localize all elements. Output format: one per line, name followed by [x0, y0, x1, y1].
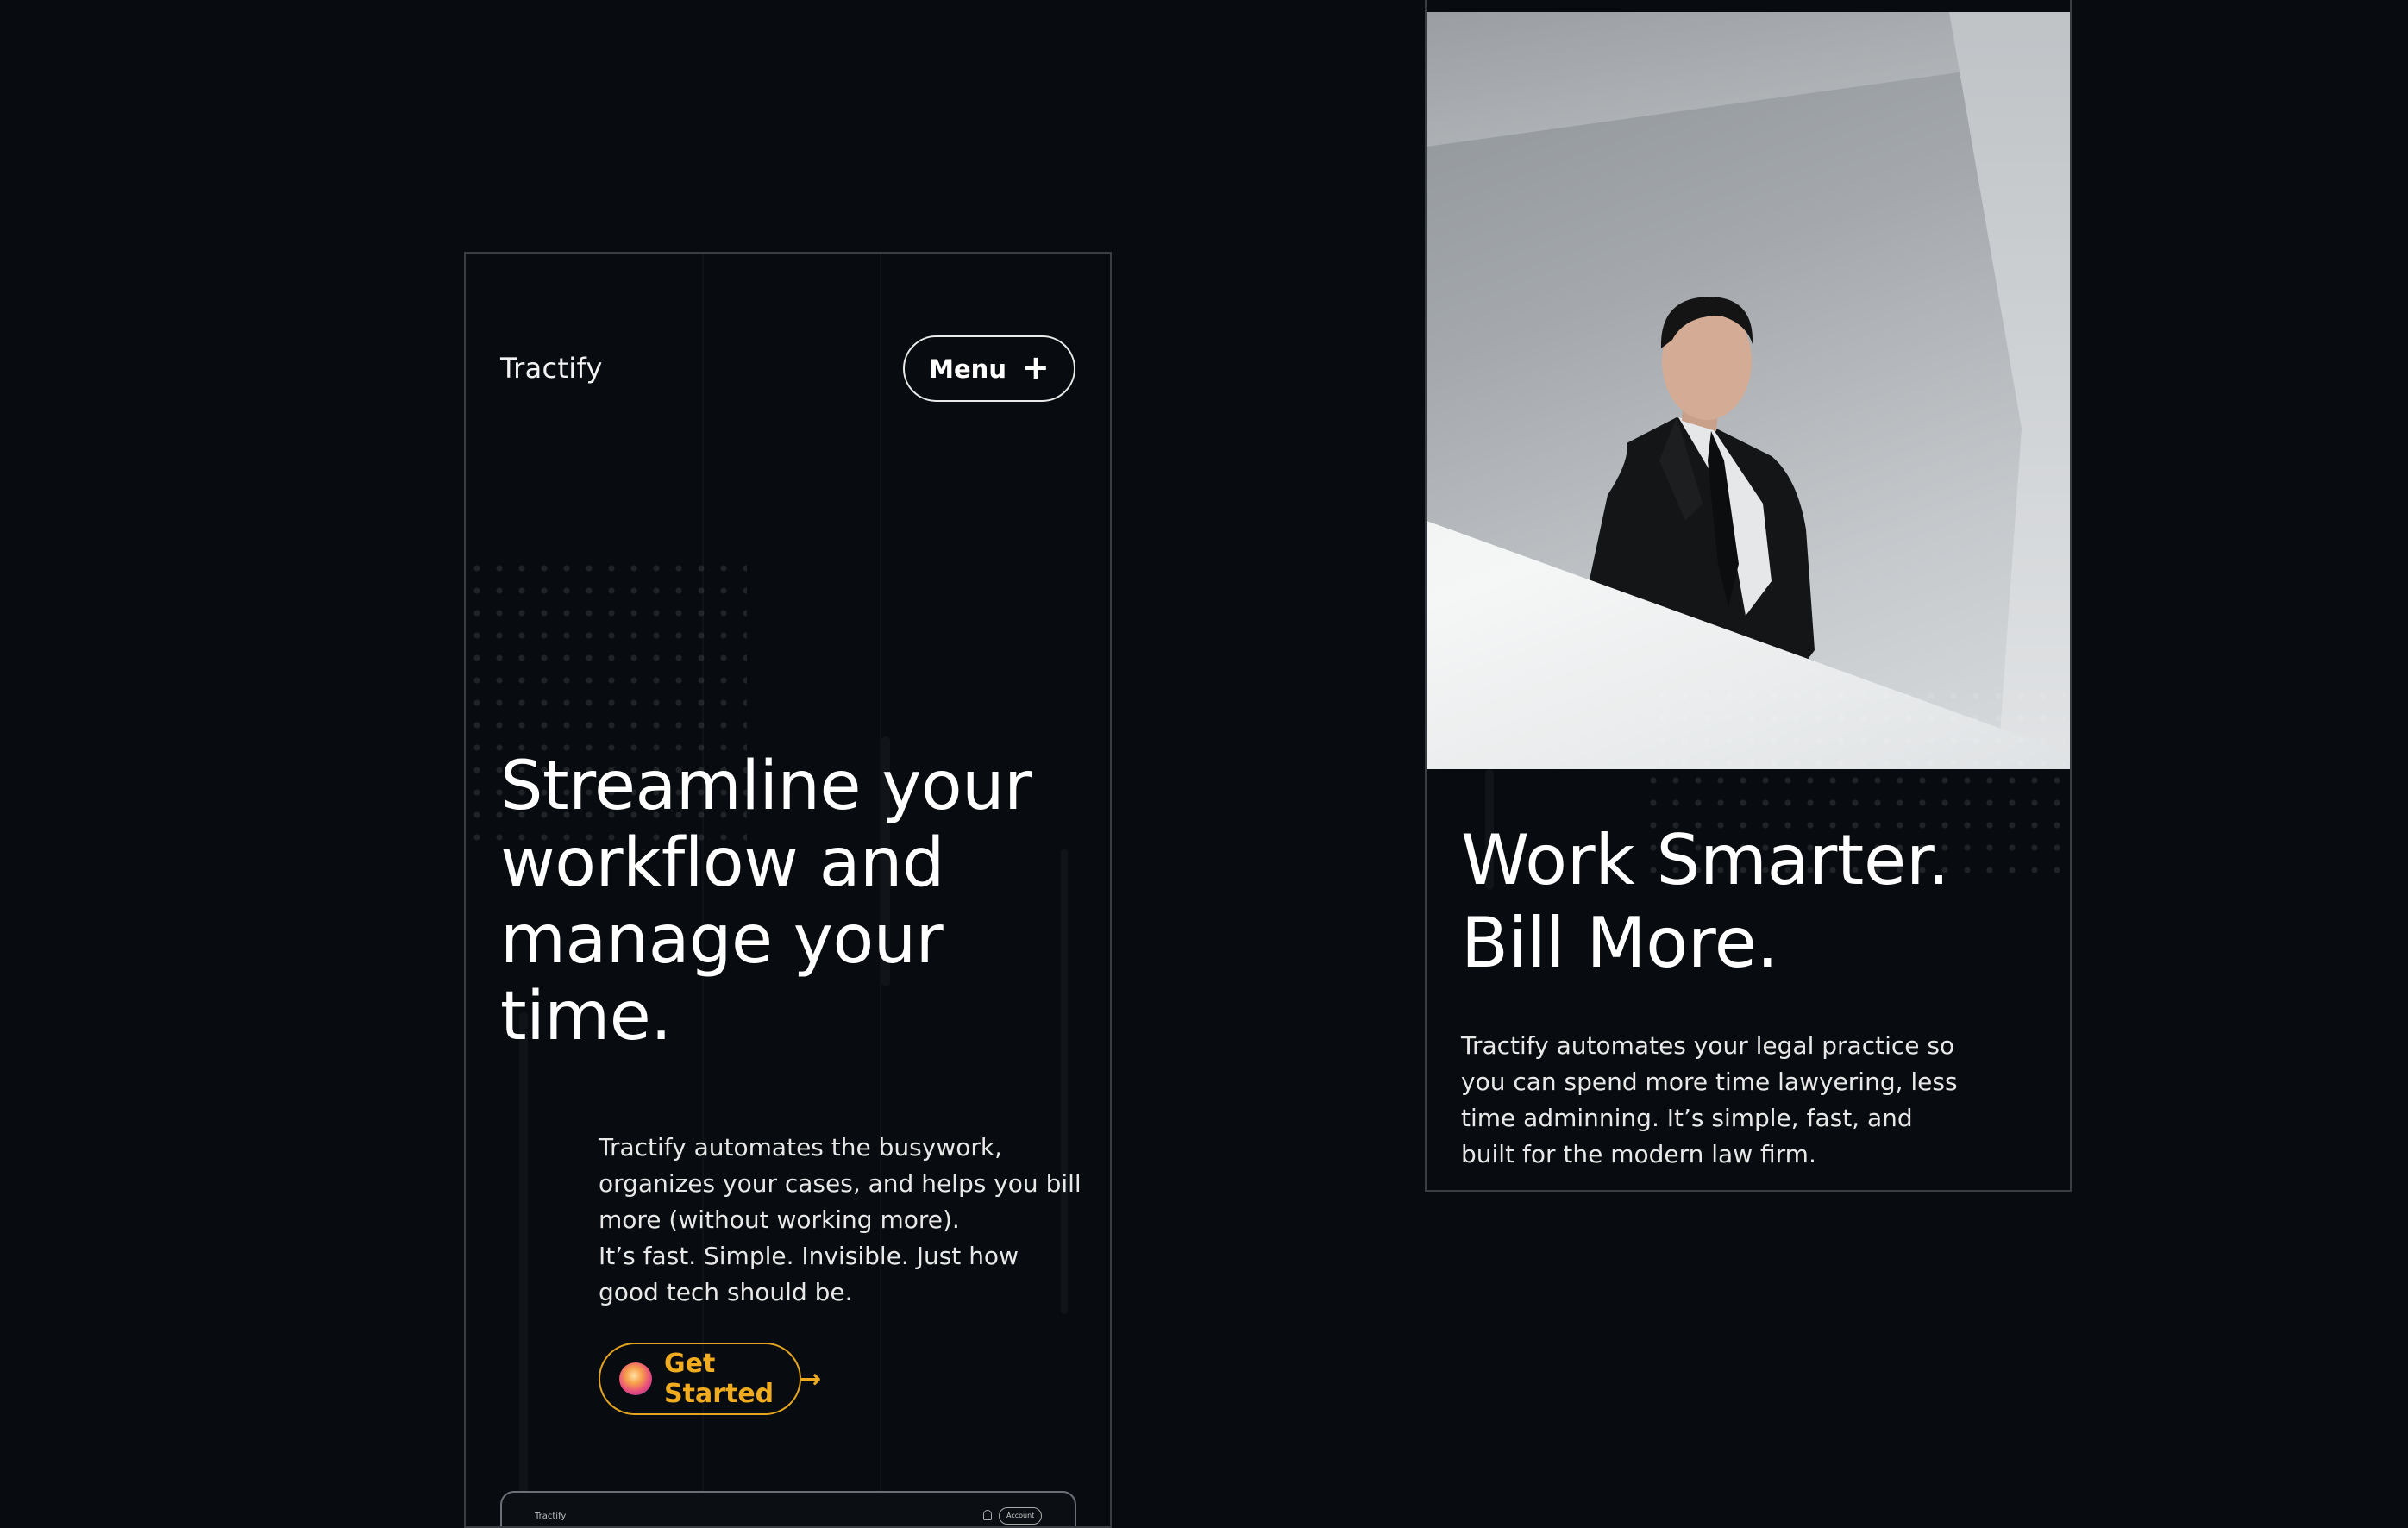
hero-description-line: Tractify automates the busywork, organiz… [599, 1133, 1082, 1234]
decorative-line [519, 1012, 528, 1495]
preview-account-button: Account [999, 1507, 1043, 1525]
brand-logo[interactable]: Tractify [500, 352, 603, 385]
menu-label: Menu [929, 354, 1006, 384]
hero-description: Tractify automates the busywork, organiz… [599, 1130, 1082, 1311]
plus-icon: + [1021, 348, 1050, 386]
feature-title: Work Smarter. Bill More. [1461, 819, 2047, 985]
feature-title-line: Bill More. [1461, 903, 1778, 983]
feature-description: Tractify automates your legal practice s… [1461, 1031, 1958, 1168]
mobile-screen-home: Tractify Menu + Streamline your workflow… [464, 252, 1112, 1528]
feature-title-line: Work Smarter. [1461, 820, 1950, 900]
get-started-button[interactable]: Get Started → [599, 1343, 821, 1415]
hero-description-line: It’s fast. Simple. Invisible. Just how g… [599, 1242, 1019, 1306]
gradient-orb-icon [619, 1362, 652, 1395]
preview-brand: Tractify [535, 1512, 567, 1521]
star-pattern [1651, 685, 2065, 769]
hero-photo [1427, 12, 2070, 769]
menu-button[interactable]: Menu + [903, 335, 1075, 402]
bell-icon [983, 1510, 992, 1520]
mobile-screen-feature: Work Smarter. Bill More. Tractify automa… [1425, 0, 2072, 1192]
arrow-right-icon: → [800, 1363, 822, 1394]
hero-title: Streamline your workflow and manage your… [500, 748, 1032, 1055]
get-started-label: Get Started [664, 1349, 774, 1409]
